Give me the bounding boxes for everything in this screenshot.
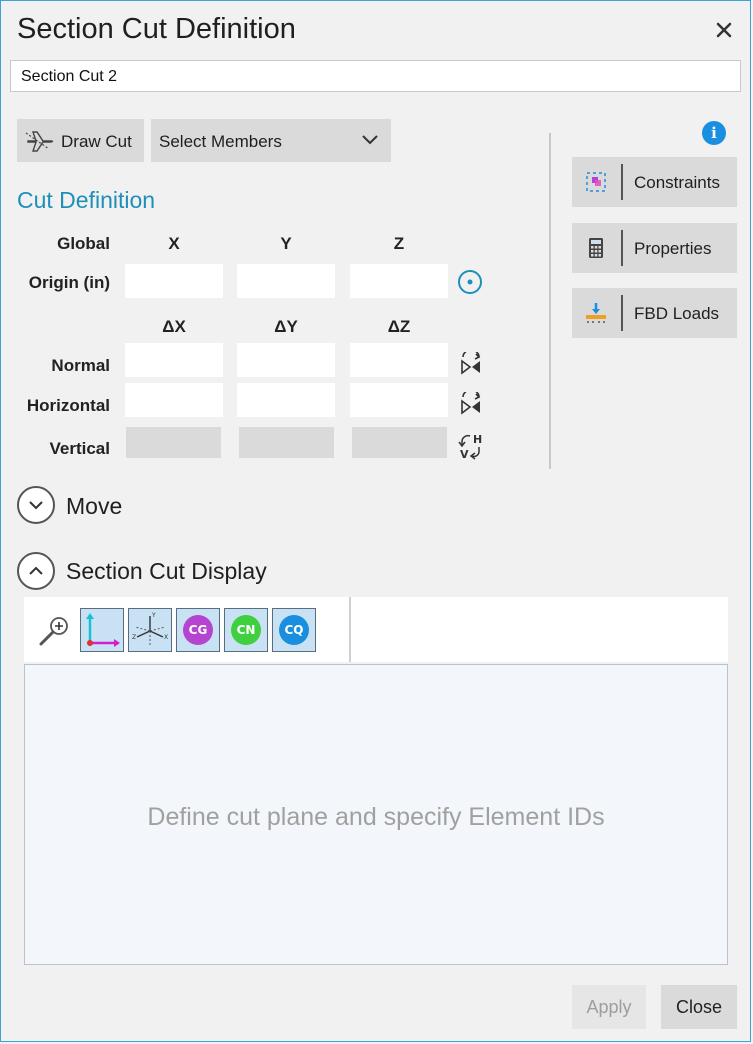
- select-members-dropdown[interactable]: Select Members: [151, 119, 391, 162]
- y-header: Y: [280, 234, 292, 253]
- origin-label: Origin (in): [28, 273, 110, 292]
- properties-label: Properties: [634, 239, 712, 258]
- horizontal-x-input[interactable]: [125, 383, 223, 417]
- delta-x-header: ΔX: [162, 317, 186, 336]
- origin-x-input[interactable]: [125, 264, 223, 298]
- cq-toggle[interactable]: CQ: [272, 608, 316, 652]
- properties-button[interactable]: Properties: [572, 223, 737, 273]
- button-divider: [621, 295, 623, 331]
- close-button[interactable]: Close: [661, 985, 737, 1029]
- horizontal-y-input[interactable]: [237, 383, 335, 417]
- cg-icon: CG: [183, 615, 213, 645]
- fbd-loads-label: FBD Loads: [634, 304, 720, 323]
- axis-2d-icon: [86, 613, 120, 647]
- axis-3d-toggle[interactable]: Y Z X: [128, 608, 172, 652]
- horizontal-label: Horizontal: [26, 396, 110, 415]
- chevron-up-icon: [29, 566, 43, 575]
- svg-text:X: X: [164, 634, 168, 641]
- draw-cut-button[interactable]: Draw Cut: [17, 119, 144, 162]
- section-cut-display-label[interactable]: Section Cut Display: [66, 558, 267, 585]
- close-icon[interactable]: [710, 16, 738, 44]
- zoom-button[interactable]: [33, 608, 77, 652]
- axis-2d-toggle[interactable]: [80, 608, 124, 652]
- z-header: Z: [393, 234, 405, 253]
- calculator-icon: [589, 238, 603, 258]
- vertical-y-field: [239, 427, 334, 458]
- normal-z-input[interactable]: [350, 343, 448, 377]
- info-icon[interactable]: i: [702, 121, 726, 145]
- vertical-label: Vertical: [49, 439, 111, 458]
- x-header: X: [168, 234, 180, 253]
- draw-cut-label: Draw Cut: [61, 132, 132, 151]
- origin-y-input[interactable]: [237, 264, 335, 298]
- constraints-icon: [586, 172, 606, 192]
- svg-text:V: V: [460, 448, 469, 460]
- vertical-z-field: [352, 427, 447, 458]
- canvas-placeholder: Define cut plane and specify Element IDs: [147, 803, 605, 831]
- svg-text:Y: Y: [151, 612, 156, 619]
- constraints-button[interactable]: Constraints: [572, 157, 737, 207]
- draw-cut-icon: [25, 131, 54, 152]
- svg-text:Z: Z: [132, 634, 136, 641]
- axis-3d-icon: Y Z X: [132, 612, 168, 647]
- normal-label: Normal: [51, 356, 110, 375]
- horizontal-z-input[interactable]: [350, 383, 448, 417]
- vertical-separator: [549, 133, 551, 469]
- svg-text:H: H: [473, 433, 482, 446]
- vertical-x-field: [126, 427, 221, 458]
- global-label: Global: [57, 234, 110, 253]
- apply-button[interactable]: Apply: [572, 985, 646, 1029]
- normal-x-input[interactable]: [125, 343, 223, 377]
- origin-z-input[interactable]: [350, 264, 448, 298]
- constraints-label: Constraints: [634, 173, 720, 192]
- cn-toggle[interactable]: CN: [224, 608, 268, 652]
- display-collapse-button[interactable]: [17, 552, 55, 590]
- display-toolbar: Y Z X CG CN CQ: [24, 597, 728, 662]
- delta-z-header: ΔZ: [387, 317, 411, 336]
- button-divider: [621, 230, 623, 266]
- zoom-icon: [39, 617, 68, 646]
- cn-icon: CN: [231, 615, 261, 645]
- toolbar-separator: [349, 597, 351, 662]
- flip-horizontal-icon[interactable]: [459, 392, 483, 416]
- fbd-loads-icon: [586, 303, 606, 323]
- select-members-label: Select Members: [159, 132, 282, 151]
- pick-origin-icon[interactable]: [457, 269, 483, 295]
- chevron-down-icon: [362, 135, 378, 145]
- normal-y-input[interactable]: [237, 343, 335, 377]
- move-label[interactable]: Move: [66, 493, 122, 520]
- chevron-down-icon: [29, 501, 43, 510]
- swap-hv-icon[interactable]: H V: [458, 432, 484, 460]
- delta-y-header: ΔY: [274, 317, 298, 336]
- section-cut-canvas[interactable]: Define cut plane and specify Element IDs: [24, 664, 728, 965]
- flip-normal-icon[interactable]: [459, 352, 483, 376]
- button-divider: [621, 164, 623, 200]
- section-cut-name-field[interactable]: Section Cut 2: [10, 60, 741, 92]
- cut-definition-heading: Cut Definition: [17, 187, 156, 213]
- cq-icon: CQ: [279, 615, 309, 645]
- fbd-loads-button[interactable]: FBD Loads: [572, 288, 737, 338]
- dialog-title: Section Cut Definition: [17, 13, 296, 45]
- cg-toggle[interactable]: CG: [176, 608, 220, 652]
- move-expand-button[interactable]: [17, 486, 55, 524]
